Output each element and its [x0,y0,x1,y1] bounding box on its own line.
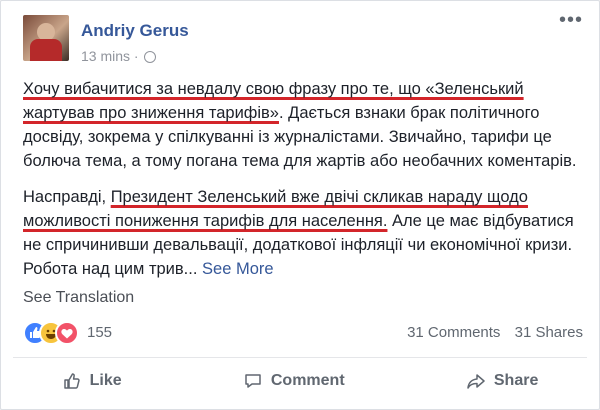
actions-divider [13,357,587,358]
post-card: Andriy Gerus 13 mins · ••• Хочу вибачити… [0,0,600,410]
post-stats: 155 31 Comments 31 Shares [23,321,583,347]
love-reaction-icon [55,321,79,345]
author-avatar[interactable] [23,15,69,61]
share-arrow-icon [467,374,485,389]
see-translation-link[interactable]: See Translation [23,289,134,307]
like-label: Like [89,372,122,389]
shares-count-link[interactable]: 31 Shares [515,324,583,341]
post-paragraph-1: Хочу вибачитися за невдалу свою фразу пр… [23,77,583,173]
thumbs-up-icon [63,373,80,389]
post-body: Хочу вибачитися за невдалу свою фразу пр… [23,77,583,293]
engagement-counts: 31 Comments 31 Shares [397,324,583,341]
more-options-button[interactable]: ••• [559,10,583,30]
post-paragraph-2: Насправді, Президент Зеленський вже двіч… [23,185,583,281]
post-timestamp[interactable]: 13 mins · [81,48,157,64]
reaction-count: 155 [87,324,113,341]
author-name[interactable]: Andriy Gerus [81,21,189,41]
comments-count-link[interactable]: 31 Comments [407,324,500,341]
like-button[interactable]: Like [62,371,122,391]
comment-label: Comment [270,372,345,389]
share-label: Share [493,372,539,389]
globe-icon [144,51,157,64]
timestamp-text: 13 mins · [81,48,139,64]
comment-icon [245,374,261,388]
see-more-link[interactable]: See More [197,260,274,278]
comment-button[interactable]: Comment [243,371,345,391]
avatar-shirt [30,39,62,61]
post-text: Насправді, [23,188,111,206]
share-button[interactable]: Share [466,371,538,391]
post-actions-bar: Like Comment Share [1,361,599,401]
